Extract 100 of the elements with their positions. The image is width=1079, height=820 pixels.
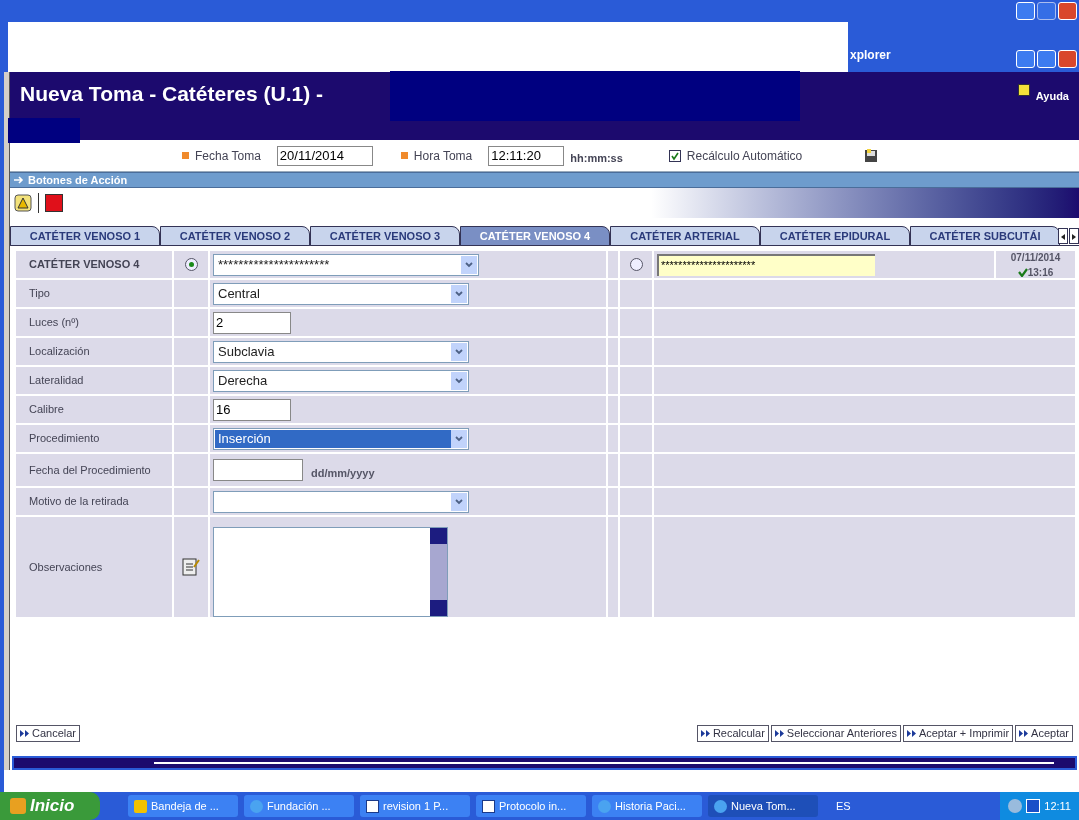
- action-button[interactable]: Aceptar: [1015, 725, 1073, 742]
- checkmark-icon: [1017, 267, 1028, 277]
- minimize-button[interactable]: [1016, 50, 1035, 68]
- window-title: xplorer: [850, 47, 892, 64]
- taskbar-button[interactable]: revision 1 P...: [360, 795, 470, 817]
- minimize-button[interactable]: [1016, 2, 1035, 20]
- tab[interactable]: CATÉTER VENOSO 1: [10, 226, 160, 246]
- field-label: Procedimiento: [29, 432, 100, 445]
- taskbar-button[interactable]: Nueva Tom...: [708, 795, 818, 817]
- readonly-field: **********************: [657, 253, 875, 276]
- maximize-button[interactable]: [1037, 50, 1056, 68]
- format-hint: dd/mm/yyyy: [311, 465, 375, 481]
- caret-icon[interactable]: [451, 284, 467, 303]
- time-text: 13:16: [1027, 265, 1054, 280]
- taskbar-button[interactable]: Bandeja de ...: [128, 795, 238, 817]
- field-label: Calibre: [29, 403, 64, 416]
- radio-button[interactable]: [629, 258, 643, 271]
- help-link[interactable]: Ayuda: [1035, 84, 1069, 105]
- date-text: 07/11/2014: [1010, 250, 1061, 265]
- date-field[interactable]: [213, 459, 303, 481]
- checkbox[interactable]: [668, 149, 681, 162]
- table-cell: [174, 488, 208, 515]
- table-cell: [174, 280, 208, 307]
- tab[interactable]: CATÉTER SUBCUTÁI: [910, 226, 1060, 246]
- clock: 12:11: [1044, 798, 1071, 814]
- table-cell: [620, 425, 652, 452]
- scrollbar[interactable]: [430, 528, 447, 616]
- action-button[interactable]: Seleccionar Anteriores: [770, 725, 901, 742]
- notepad-icon[interactable]: [182, 557, 200, 577]
- tab[interactable]: CATÉTER VENOSO 2: [160, 226, 310, 246]
- required-icon: [182, 152, 189, 159]
- field-label: Localización: [29, 345, 90, 358]
- language-indicator[interactable]: ES: [836, 797, 851, 815]
- radio-button[interactable]: [184, 258, 198, 271]
- field-label: Hora Toma: [413, 147, 473, 165]
- field-label: Lateralidad: [29, 374, 84, 387]
- tab[interactable]: CATÉTER VENOSO 3: [310, 226, 460, 246]
- action-button[interactable]: Cancelar: [16, 725, 81, 742]
- help-icon[interactable]: [1017, 84, 1030, 96]
- dropdown[interactable]: [213, 490, 469, 513]
- action-button[interactable]: Aceptar + Imprimir: [902, 725, 1014, 742]
- text-field[interactable]: 16: [213, 398, 291, 421]
- caret-icon[interactable]: [461, 255, 477, 274]
- caret-icon[interactable]: [451, 492, 467, 511]
- double-arrow-icon: [774, 730, 784, 737]
- action-button[interactable]: Recalcular: [696, 725, 769, 742]
- dropdown[interactable]: Inserción: [213, 427, 469, 450]
- scrollbar[interactable]: [154, 762, 1054, 764]
- taskbar-button[interactable]: Historia Paci...: [592, 795, 702, 817]
- dropdown[interactable]: Subclavia: [213, 340, 469, 363]
- double-arrow-icon: [20, 730, 29, 737]
- table-cell: [174, 454, 208, 486]
- field-label: Luces (nº): [29, 316, 79, 329]
- taskbar-button[interactable]: Fundación ...: [244, 795, 354, 817]
- table-cell: [608, 425, 618, 452]
- table-cell: [620, 338, 652, 365]
- taskbar-button[interactable]: Protocolo in...: [476, 795, 586, 817]
- warning-icon[interactable]: [14, 194, 32, 212]
- save-icon[interactable]: [864, 148, 879, 163]
- close-button[interactable]: [1058, 2, 1077, 20]
- time-field[interactable]: 12:11:20: [488, 145, 565, 166]
- table-cell: [608, 251, 618, 278]
- page-title: Nueva Toma - Catéteres (U.1) -: [20, 81, 324, 107]
- date-field[interactable]: 20/11/2014: [276, 145, 373, 166]
- section-title: Botones de Acción: [28, 172, 128, 188]
- format-hint: hh:mm:ss: [570, 151, 623, 167]
- maximize-button[interactable]: [1037, 2, 1056, 20]
- table-cell: [620, 454, 652, 486]
- text-field[interactable]: 2: [213, 311, 291, 334]
- caret-icon[interactable]: [451, 429, 467, 448]
- table-cell: [608, 280, 618, 307]
- start-label: Inicio: [30, 795, 75, 818]
- field-label: CATÉTER VENOSO 4: [29, 258, 140, 271]
- close-button[interactable]: [1058, 50, 1077, 68]
- redaction-box: [8, 118, 80, 143]
- field-label: Observaciones: [29, 560, 103, 574]
- table-cell: [620, 309, 652, 336]
- caret-icon[interactable]: [451, 371, 467, 390]
- field-label: Tipo: [29, 287, 50, 300]
- start-button[interactable]: Inicio: [0, 792, 100, 820]
- tab[interactable]: CATÉTER EPIDURAL: [760, 226, 910, 246]
- globe-icon: [598, 799, 611, 813]
- table-cell: [174, 425, 208, 452]
- dropdown[interactable]: Central: [213, 282, 469, 305]
- dropdown[interactable]: Derecha: [213, 369, 469, 392]
- tab[interactable]: CATÉTER ARTERIAL: [610, 226, 760, 246]
- caret-icon[interactable]: [451, 342, 467, 361]
- double-arrow-icon: [1019, 730, 1029, 737]
- table-cell: [608, 454, 618, 486]
- field-label: Motivo de la retirada: [29, 495, 129, 508]
- tray-icon[interactable]: [1026, 799, 1041, 813]
- globe-icon: [250, 799, 263, 813]
- table-cell: [608, 309, 618, 336]
- table-cell: [620, 488, 652, 515]
- field-label: Fecha del Procedimiento: [29, 463, 151, 477]
- table-cell: [620, 396, 652, 423]
- checkbox-label: Recálculo Automático: [686, 147, 803, 165]
- text-area[interactable]: [213, 527, 448, 617]
- double-arrow-icon: [700, 730, 710, 737]
- dropdown[interactable]: **********************: [213, 253, 479, 276]
